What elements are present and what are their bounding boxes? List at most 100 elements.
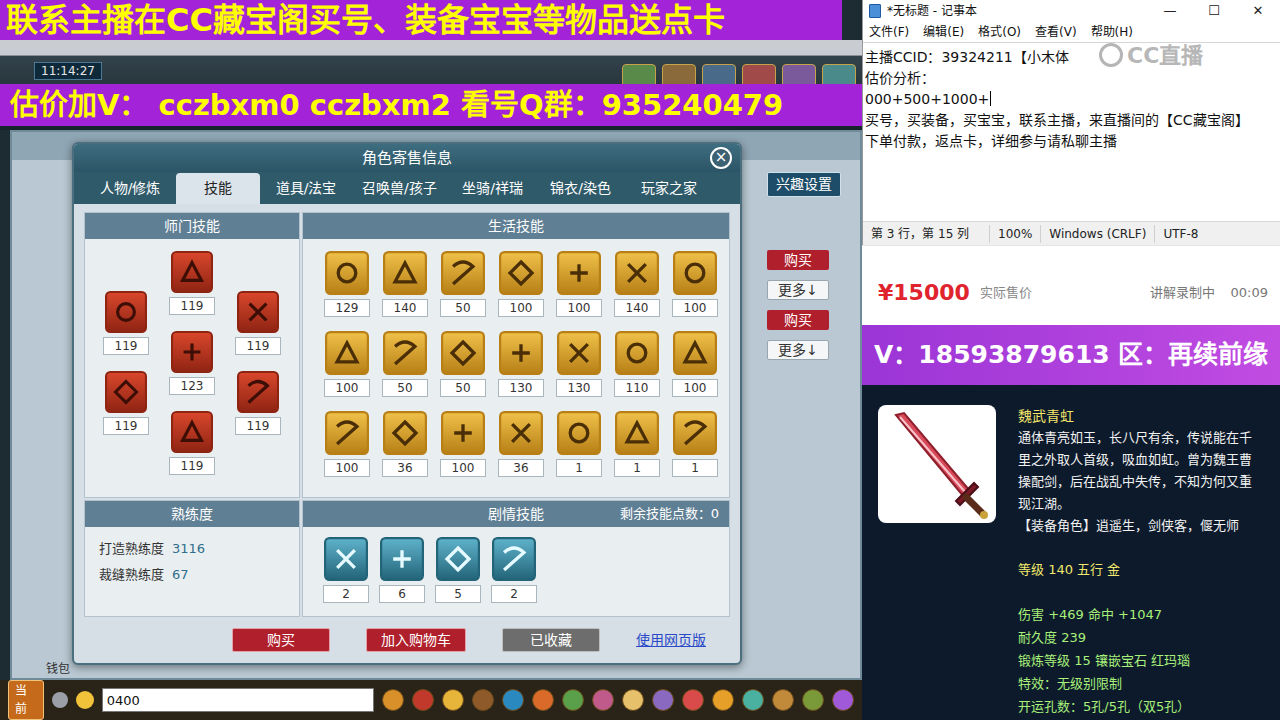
- skill-level: 119: [169, 457, 215, 475]
- recording-status: 讲解录制中00:09: [1150, 283, 1268, 303]
- chat-input[interactable]: [102, 688, 374, 712]
- school-skill-icon: [105, 291, 147, 333]
- plot-skill[interactable]: 2: [323, 537, 369, 603]
- more-button[interactable]: 更多↓: [767, 280, 829, 300]
- life-skill[interactable]: 130: [555, 331, 603, 397]
- skill-level: 119: [103, 417, 149, 435]
- toolbar-icon[interactable]: [472, 689, 494, 711]
- life-skill[interactable]: 50: [381, 331, 429, 397]
- toolbar-icon[interactable]: [562, 689, 584, 711]
- toolbar-icon[interactable]: [772, 689, 794, 711]
- price-label: 实际售价: [980, 283, 1032, 303]
- toolbar-icon[interactable]: [502, 689, 524, 711]
- toolbar-icon[interactable]: [682, 689, 704, 711]
- buy-button[interactable]: 购买: [232, 628, 330, 652]
- chat-channel-button[interactable]: 当前: [8, 680, 44, 720]
- life-skill[interactable]: 100: [497, 251, 545, 317]
- school-skill[interactable]: 119: [166, 411, 218, 491]
- life-skill[interactable]: 1: [613, 411, 661, 477]
- life-skill[interactable]: 140: [613, 251, 661, 317]
- menu-item[interactable]: 格式(O): [978, 23, 1021, 41]
- skill-level: 36: [498, 459, 544, 477]
- skill-level: 2: [323, 585, 369, 603]
- proficiency-value: 3116: [172, 539, 205, 559]
- tab[interactable]: 玩家之家: [627, 173, 711, 204]
- buy-button[interactable]: 购买: [767, 310, 829, 330]
- life-skill[interactable]: 100: [439, 411, 487, 477]
- toolbar-icon[interactable]: [742, 689, 764, 711]
- toolbar-icon[interactable]: [802, 689, 824, 711]
- text-line: 000+500+1000+: [865, 89, 1250, 110]
- school-skill[interactable]: 119: [100, 291, 152, 371]
- notepad-text-area[interactable]: 主播CCID：39324211【小木体估价分析：000+500+1000+买号，…: [863, 42, 1280, 221]
- life-skill[interactable]: 100: [555, 251, 603, 317]
- item-attribute: 锻炼等级 15 镶嵌宝石 红玛瑙: [1018, 649, 1262, 672]
- menu-item[interactable]: 文件(F): [869, 23, 909, 41]
- school-skill[interactable]: 119: [232, 371, 284, 451]
- toolbar-icon[interactable]: [442, 689, 464, 711]
- toolbar-icon[interactable]: [532, 689, 554, 711]
- skill-level: 100: [324, 459, 370, 477]
- toolbar-icon[interactable]: [592, 689, 614, 711]
- school-skill[interactable]: 119: [232, 291, 284, 371]
- skill-level: 130: [498, 379, 544, 397]
- more-button[interactable]: 更多↓: [767, 340, 829, 360]
- life-skill[interactable]: 50: [439, 251, 487, 317]
- life-skill[interactable]: 100: [671, 331, 719, 397]
- life-skill[interactable]: 36: [497, 411, 545, 477]
- proficiency-row: 裁缝熟练度67: [99, 565, 285, 585]
- toolbar-icon[interactable]: [712, 689, 734, 711]
- life-skill-icon: [383, 411, 427, 455]
- plot-skill[interactable]: 6: [379, 537, 425, 603]
- tab[interactable]: 人物/修炼: [88, 173, 172, 204]
- toolbar-icon[interactable]: [652, 689, 674, 711]
- toolbar-icon[interactable]: [382, 689, 404, 711]
- item-description: 通体青亮如玉，长八尺有余，传说能在千里之外取人首级，吸血如虹。曾为魏王曹操配剑，…: [1018, 427, 1262, 515]
- school-skill[interactable]: 119: [100, 371, 152, 451]
- life-skill[interactable]: 130: [497, 331, 545, 397]
- emoji-icon[interactable]: [76, 691, 94, 709]
- life-skill-icon: [557, 411, 601, 455]
- life-skill[interactable]: 50: [439, 331, 487, 397]
- life-skill[interactable]: 129: [323, 251, 371, 317]
- life-skill[interactable]: 110: [613, 331, 661, 397]
- life-skill-icon: [499, 251, 543, 295]
- menu-item[interactable]: 编辑(E): [923, 23, 964, 41]
- life-skill[interactable]: 100: [323, 331, 371, 397]
- microphone-icon[interactable]: [52, 692, 68, 708]
- toolbar-icon[interactable]: [622, 689, 644, 711]
- buy-button[interactable]: 购买: [767, 250, 829, 270]
- tab[interactable]: 锦衣/染色: [539, 173, 623, 204]
- life-skill[interactable]: 100: [323, 411, 371, 477]
- plot-skill[interactable]: 5: [435, 537, 481, 603]
- window-control-button[interactable]: ✕: [1236, 1, 1280, 21]
- link-button[interactable]: 使用网页版: [636, 630, 706, 651]
- skill-level: 1: [556, 459, 602, 477]
- life-skill[interactable]: 36: [381, 411, 429, 477]
- skill-level: 5: [435, 585, 481, 603]
- life-skill[interactable]: 1: [555, 411, 603, 477]
- menu-item[interactable]: 查看(V): [1035, 23, 1077, 41]
- toolbar-icon[interactable]: [412, 689, 434, 711]
- tab[interactable]: 坐骑/祥瑞: [451, 173, 535, 204]
- dialog-title-bar: 角色寄售信息×: [74, 144, 740, 172]
- skill-level: 100: [556, 299, 602, 317]
- life-skill[interactable]: 1: [671, 411, 719, 477]
- window-control-button[interactable]: —: [1148, 1, 1192, 21]
- close-button[interactable]: ×: [710, 147, 732, 169]
- school-skill[interactable]: 119: [166, 251, 218, 331]
- life-skill[interactable]: 140: [381, 251, 429, 317]
- tab[interactable]: 技能: [176, 173, 260, 204]
- favorited-button[interactable]: 已收藏: [502, 628, 600, 652]
- menu-item[interactable]: 帮助(H): [1091, 23, 1133, 41]
- plot-skill[interactable]: 2: [491, 537, 537, 603]
- life-skill[interactable]: 100: [671, 251, 719, 317]
- toolbar-icon[interactable]: [832, 689, 854, 711]
- window-control-button[interactable]: ☐: [1192, 1, 1236, 21]
- school-skill[interactable]: 123: [166, 331, 218, 411]
- notepad-menu: 文件(F) 编辑(E) 格式(O) 查看(V) 帮助(H): [863, 22, 1280, 42]
- cart-button[interactable]: 加入购物车: [366, 628, 466, 652]
- tab[interactable]: 召唤兽/孩子: [352, 173, 447, 204]
- interest-settings-button[interactable]: 兴趣设置: [767, 172, 841, 197]
- tab[interactable]: 道具/法宝: [264, 173, 348, 204]
